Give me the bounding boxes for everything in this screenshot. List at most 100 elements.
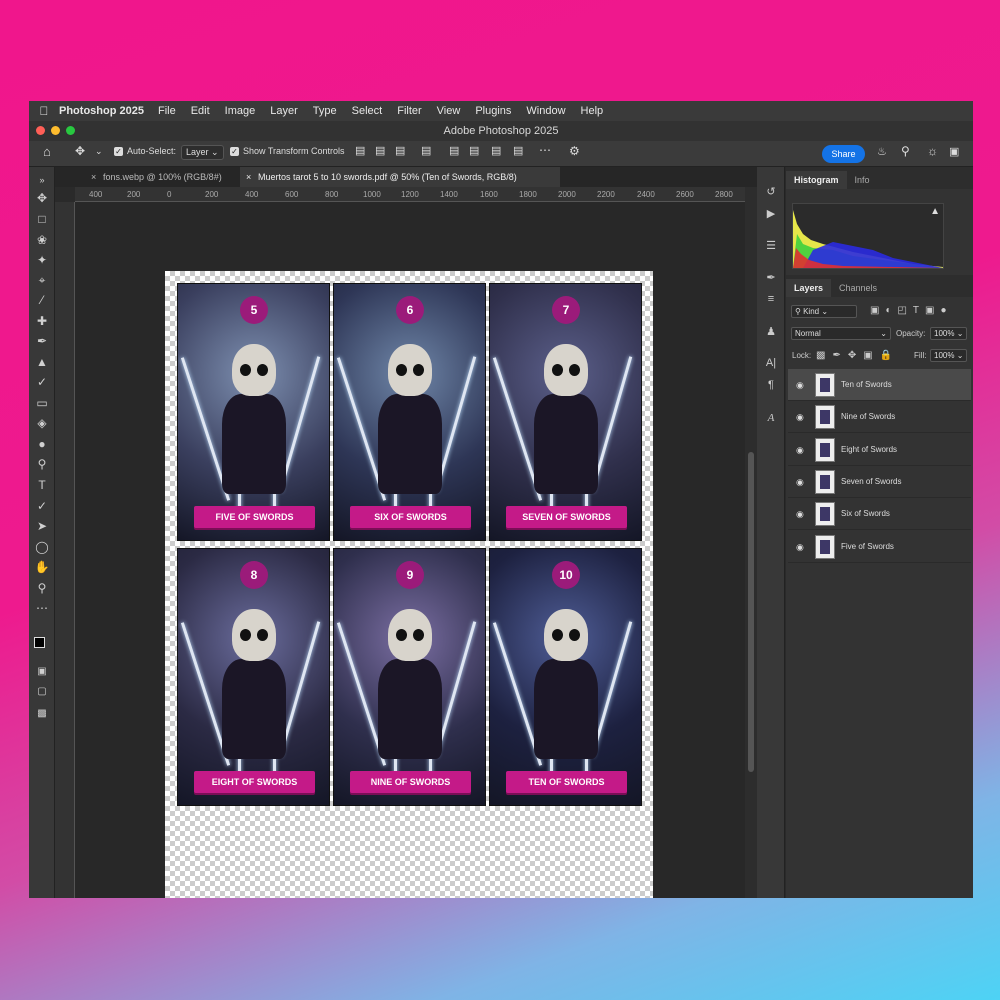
layer-filter-icons[interactable]: ▣◐◰T▣●	[870, 305, 953, 316]
apple-icon[interactable]: 	[29, 104, 59, 118]
menu-select[interactable]: Select	[352, 105, 383, 117]
chevron-down-icon[interactable]: ⌄	[95, 146, 103, 157]
distribute-spacing-icon[interactable]: ▤	[513, 144, 523, 157]
paint-bucket-tool-icon[interactable]: ◈	[32, 414, 52, 432]
healing-brush-tool-icon[interactable]: ✚	[32, 312, 52, 330]
eye-visibility-icon[interactable]: ◉	[796, 445, 804, 456]
tool-presets-icon[interactable]: ≡	[763, 293, 779, 309]
lock-icons[interactable]: ▩✒✥▣🔒	[816, 350, 899, 361]
layer-row[interactable]: ◉ Six of Swords	[788, 498, 971, 531]
menu-help[interactable]: Help	[581, 105, 604, 117]
menu-edit[interactable]: Edit	[191, 105, 210, 117]
layer-row[interactable]: ◉ Eight of Swords	[788, 434, 971, 466]
align-top-icon[interactable]: ▤	[421, 144, 431, 157]
warning-icon[interactable]: ▲	[930, 206, 940, 217]
search-icon[interactable]: ⚲	[901, 144, 910, 158]
menu-layer[interactable]: Layer	[270, 105, 298, 117]
eye-visibility-icon[interactable]: ◉	[796, 542, 804, 553]
scrollbar-thumb[interactable]	[748, 452, 754, 772]
blur-tool-icon[interactable]: ●	[32, 435, 52, 453]
distribute-center-icon[interactable]: ▤	[469, 144, 479, 157]
distribute-icon[interactable]: ▤	[449, 144, 459, 157]
path-select-tool-icon[interactable]: ➤	[32, 517, 52, 535]
eyedropper-tool-icon[interactable]: ⁄	[32, 291, 52, 309]
crop-tool-icon[interactable]: ⌖	[32, 271, 52, 289]
app-name[interactable]: Photoshop 2025	[59, 105, 144, 117]
tarot-card[interactable]: 10 TEN OF SWORDS	[489, 548, 642, 806]
generative-icon[interactable]: ▩	[32, 705, 52, 723]
stamp-tool-icon[interactable]: ▲	[32, 353, 52, 371]
paragraph-icon[interactable]: ¶	[763, 379, 779, 395]
move-tool-icon[interactable]: ✥	[75, 144, 85, 158]
opacity-field[interactable]: 100% ⌄	[930, 327, 968, 340]
play-actions-icon[interactable]: ▶	[763, 207, 779, 223]
tab-layers[interactable]: Layers	[786, 279, 832, 297]
home-icon[interactable]: ⌂	[43, 144, 51, 159]
screen-mode-icon[interactable]: ▢	[32, 683, 52, 701]
workspace-icon[interactable]: ▣	[949, 145, 959, 158]
menu-image[interactable]: Image	[225, 105, 256, 117]
tarot-card[interactable]: 8 EIGHT OF SWORDS	[177, 548, 330, 806]
more-options-icon[interactable]: ⋯	[539, 143, 551, 157]
layer-row[interactable]: ◉ Seven of Swords	[788, 466, 971, 498]
fill-field[interactable]: 100% ⌄	[930, 349, 968, 362]
object-select-tool-icon[interactable]: ✦	[32, 251, 52, 269]
clone-source-icon[interactable]: ♟	[763, 325, 779, 341]
menu-file[interactable]: File	[158, 105, 176, 117]
ellipse-tool-icon[interactable]: ◯	[32, 538, 52, 556]
character-icon[interactable]: A|	[763, 357, 779, 373]
document-canvas[interactable]: 5 FIVE OF SWORDS 6 SIX OF SWORDS 7 SEVEN OF S…	[165, 271, 653, 898]
align-left-icon[interactable]: ▤	[355, 144, 365, 157]
auto-select-dropdown[interactable]: Layer ⌄	[181, 145, 224, 160]
layer-row[interactable]: ◉ Five of Swords	[788, 531, 971, 563]
gear-icon[interactable]: ⚙	[569, 144, 580, 158]
eye-visibility-icon[interactable]: ◉	[796, 477, 804, 488]
tab-channels[interactable]: Channels	[831, 279, 885, 297]
align-right-icon[interactable]: ▤	[395, 144, 405, 157]
tab-fons[interactable]: × fons.webp @ 100% (RGB/8#)	[85, 167, 237, 187]
eye-visibility-icon[interactable]: ◉	[796, 509, 804, 520]
hand-tool-icon[interactable]: ✋	[32, 558, 52, 576]
foreground-color-swatch[interactable]	[34, 637, 45, 648]
brush-tool-icon[interactable]: ✒	[32, 332, 52, 350]
quick-mask-icon[interactable]: ▣	[32, 663, 52, 681]
history-brush-tool-icon[interactable]: ✓	[32, 373, 52, 391]
collapse-toolbar-icon[interactable]: »	[32, 171, 52, 189]
tarot-card[interactable]: 7 SEVEN OF SWORDS	[489, 283, 642, 541]
tab-info[interactable]: Info	[847, 171, 878, 189]
eye-visibility-icon[interactable]: ◉	[796, 380, 804, 391]
tarot-card[interactable]: 6 SIX OF SWORDS	[333, 283, 486, 541]
transform-controls-checkbox[interactable]: ✓	[230, 146, 239, 157]
more-tools-icon[interactable]: ⋯	[32, 599, 52, 617]
dodge-tool-icon[interactable]: ⚲	[32, 455, 52, 473]
pen-tool-icon[interactable]: ✓	[32, 497, 52, 515]
auto-select-checkbox[interactable]: ✓	[114, 146, 123, 157]
history-icon[interactable]: ↺	[763, 185, 779, 201]
layer-row[interactable]: ◉ Nine of Swords	[788, 401, 971, 434]
share-button[interactable]: Share	[822, 145, 865, 163]
layer-filter-kind[interactable]: ⚲ Kind ⌄	[791, 305, 857, 318]
distribute-bottom-icon[interactable]: ▤	[491, 144, 501, 157]
align-center-icon[interactable]: ▤	[375, 144, 385, 157]
adjustments-icon[interactable]: ☰	[763, 239, 779, 255]
bell-icon[interactable]: ♨	[877, 145, 887, 158]
tab-muertos-tarot[interactable]: × Muertos tarot 5 to 10 swords.pdf @ 50%…	[240, 167, 560, 187]
zoom-tool-icon[interactable]: ⚲	[32, 579, 52, 597]
type-tool-icon[interactable]: T	[32, 476, 52, 494]
menu-filter[interactable]: Filter	[397, 105, 421, 117]
blend-mode-dropdown[interactable]: Normal ⌄	[791, 327, 891, 340]
lasso-tool-icon[interactable]: ❀	[32, 231, 52, 249]
menu-type[interactable]: Type	[313, 105, 337, 117]
glyphs-icon[interactable]: A	[763, 412, 779, 428]
menu-view[interactable]: View	[437, 105, 461, 117]
eye-visibility-icon[interactable]: ◉	[796, 412, 804, 423]
marquee-tool-icon[interactable]: □	[32, 210, 52, 228]
tarot-card[interactable]: 9 NINE OF SWORDS	[333, 548, 486, 806]
tab-histogram[interactable]: Histogram	[786, 171, 847, 189]
close-tab-icon[interactable]: ×	[91, 167, 96, 187]
vertical-scrollbar[interactable]	[745, 187, 757, 898]
eraser-tool-icon[interactable]: ▭	[32, 394, 52, 412]
tarot-card[interactable]: 5 FIVE OF SWORDS	[177, 283, 330, 541]
move-tool-icon[interactable]: ✥	[32, 189, 52, 207]
close-tab-icon[interactable]: ×	[246, 167, 251, 187]
